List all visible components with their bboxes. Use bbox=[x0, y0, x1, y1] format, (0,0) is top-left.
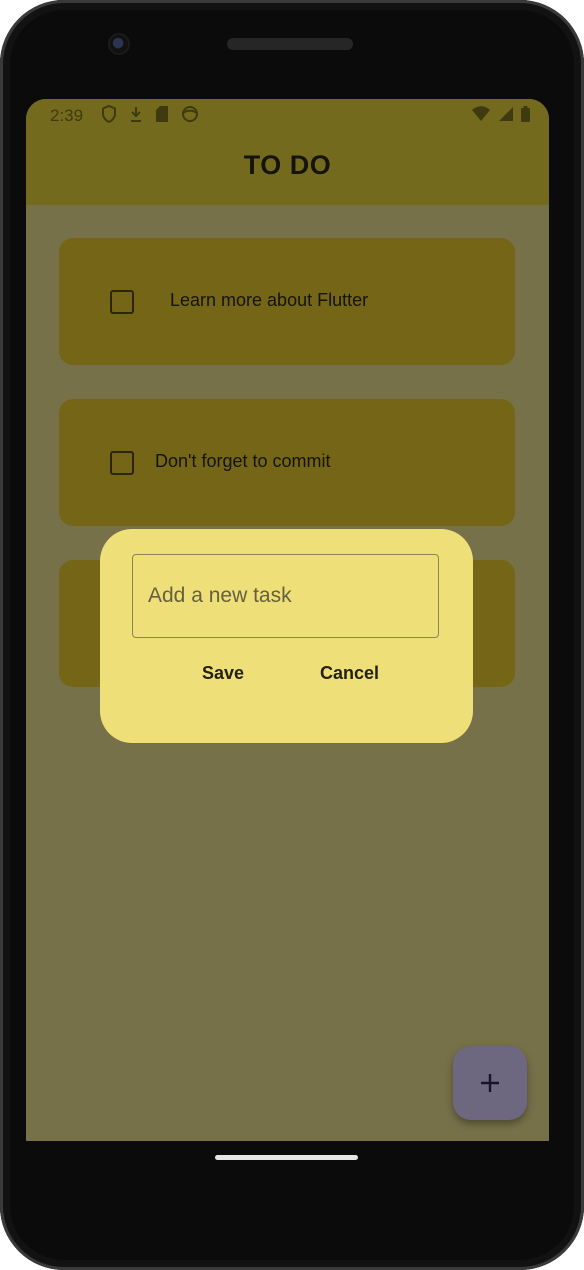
task-checkbox[interactable] bbox=[110, 451, 134, 475]
task-checkbox[interactable] bbox=[110, 290, 134, 314]
add-task-button[interactable] bbox=[453, 1046, 527, 1120]
cancel-button[interactable]: Cancel bbox=[312, 655, 387, 691]
task-label: Don't forget to commit bbox=[155, 451, 331, 471]
task-label: Learn more about Flutter bbox=[170, 290, 369, 310]
save-button[interactable]: Save bbox=[193, 655, 253, 691]
new-task-input[interactable] bbox=[132, 554, 439, 638]
page-title: TO DO bbox=[243, 150, 332, 180]
wifi-icon bbox=[472, 106, 490, 121]
task-tile: Learn more about Flutter bbox=[59, 238, 515, 365]
app-screen: 2:39 TO DO Learn more about Flutter Don'… bbox=[26, 99, 549, 1141]
battery-icon bbox=[521, 106, 530, 122]
sd-card-icon bbox=[156, 106, 168, 122]
phone-frame: 2:39 TO DO Learn more about Flutter Don'… bbox=[0, 0, 584, 1270]
front-camera bbox=[110, 35, 128, 53]
earpiece-speaker bbox=[227, 38, 353, 50]
download-icon bbox=[131, 107, 141, 122]
task-tile: Don't forget to commit bbox=[59, 399, 515, 526]
signal-icon bbox=[499, 107, 513, 121]
plus-icon bbox=[481, 1074, 499, 1092]
add-task-dialog: Save Cancel bbox=[100, 529, 473, 743]
app-bar: 2:39 TO DO bbox=[26, 99, 549, 205]
face-icon bbox=[182, 106, 198, 122]
status-bar: 2:39 bbox=[26, 99, 549, 133]
status-notification-icons bbox=[101, 105, 199, 123]
home-gesture-bar[interactable] bbox=[215, 1155, 358, 1160]
status-system-icons bbox=[471, 105, 531, 123]
status-time: 2:39 bbox=[50, 106, 84, 125]
shield-icon bbox=[102, 105, 116, 123]
